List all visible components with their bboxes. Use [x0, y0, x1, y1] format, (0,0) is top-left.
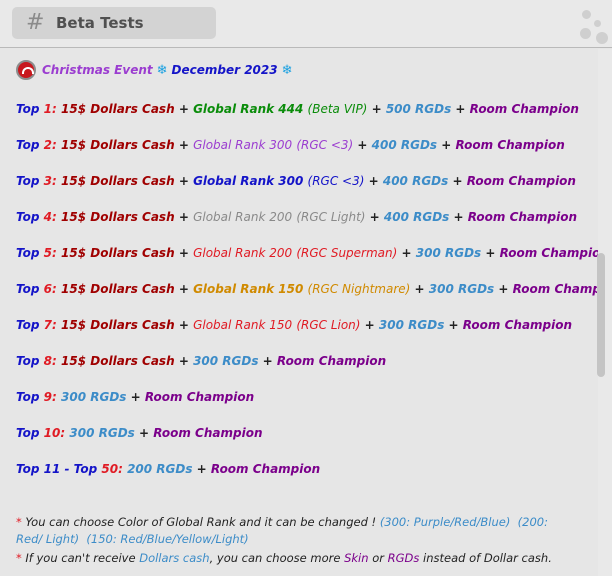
snowflake-icon: ❄ — [281, 62, 293, 78]
event-title: Christmas Event ❄ December 2023 ❄ — [16, 57, 297, 83]
hash-icon: # — [26, 10, 45, 35]
prize-row-11-50: Top 11 - Top 50: 200 RGDs + Room Champio… — [16, 462, 321, 476]
channel-tab[interactable]: # Beta Tests — [12, 7, 216, 39]
prize-row-9: Top 9: 300 RGDs + Room Champion — [16, 390, 255, 404]
decorative-dots-icon — [568, 6, 612, 46]
prize-row-8: Top 8: 15$ Dollars Cash + 300 RGDs + Roo… — [16, 354, 387, 368]
prize-row-3: Top 3: 15$ Dollars Cash + Global Rank 30… — [16, 174, 576, 188]
message-content: Christmas Event ❄ December 2023 ❄ Top 1:… — [0, 49, 612, 576]
event-month: December 2023 — [171, 63, 278, 77]
channel-header: # Beta Tests — [0, 0, 612, 48]
event-name: Christmas Event — [42, 63, 153, 77]
scrollbar-thumb[interactable] — [597, 253, 605, 377]
channel-name: Beta Tests — [56, 14, 144, 32]
note-color-choice: * You can choose Color of Global Rank an… — [16, 515, 548, 546]
prize-row-4: Top 4: 15$ Dollars Cash + Global Rank 20… — [16, 210, 578, 224]
prize-row-10: Top 10: 300 RGDs + Room Champion — [16, 426, 263, 440]
snowflake-icon: ❄ — [156, 62, 168, 78]
prize-row-1: Top 1: 15$ Dollars Cash + Global Rank 44… — [16, 102, 579, 116]
prize-row-6: Top 6: 15$ Dollars Cash + Global Rank 15… — [16, 282, 612, 296]
event-badge-icon — [16, 60, 36, 80]
note-cash-alternative: * If you can't receive Dollars cash, you… — [16, 551, 552, 565]
prize-row-7: Top 7: 15$ Dollars Cash + Global Rank 15… — [16, 318, 573, 332]
prize-row-2: Top 2: 15$ Dollars Cash + Global Rank 30… — [16, 138, 565, 152]
prize-row-5: Top 5: 15$ Dollars Cash + Global Rank 20… — [16, 246, 609, 260]
